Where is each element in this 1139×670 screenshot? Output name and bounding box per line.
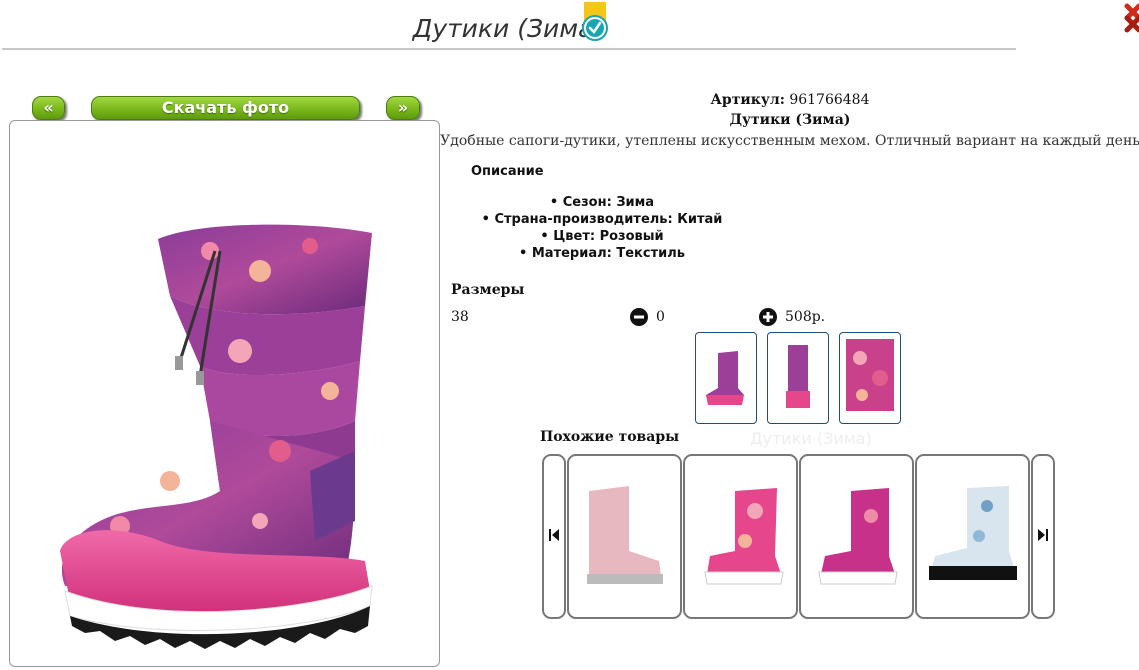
- skip-forward-icon: [1038, 529, 1048, 541]
- pink-sequin-boot-image: [587, 486, 663, 584]
- boot-illustration: [60, 224, 373, 649]
- price-value: 508р.: [785, 309, 826, 325]
- article-value: 961766484: [789, 92, 870, 108]
- attribute-color: • Цвет: Розовый: [540, 229, 664, 244]
- verified-check-icon: [582, 2, 608, 41]
- download-photo-button[interactable]: Скачать фото: [91, 96, 360, 120]
- minus-circle-icon[interactable]: [630, 308, 648, 326]
- black-white-floral-boot-image: [929, 486, 1017, 580]
- description-heading: Описание: [471, 164, 544, 179]
- product-name: Дутики (Зима): [729, 112, 851, 128]
- similar-item-card[interactable]: [799, 454, 914, 619]
- pink-magenta-boot-image: [818, 488, 898, 585]
- size-value: 38: [451, 309, 469, 325]
- carousel-next-button[interactable]: [1031, 454, 1055, 619]
- article-line: Артикул: 961766484: [440, 92, 1139, 108]
- similar-item-card[interactable]: [915, 454, 1030, 619]
- attribute-season: • Сезон: Зима: [549, 195, 655, 210]
- main-product-photo[interactable]: [9, 120, 440, 667]
- plus-circle-icon[interactable]: [759, 308, 777, 326]
- sizes-heading: Размеры: [451, 282, 525, 298]
- close-icon[interactable]: [1124, 2, 1139, 34]
- carousel-prev-button[interactable]: [542, 454, 566, 619]
- previous-photo-button[interactable]: «: [32, 96, 65, 120]
- attribute-season-text: Сезон: Зима: [562, 195, 655, 210]
- skip-back-icon: [549, 529, 559, 541]
- attribute-material-text: Материал: Текстиль: [531, 246, 685, 261]
- attribute-color-text: Цвет: Розовый: [553, 229, 664, 244]
- boot-back-thumbnail-icon: [786, 345, 810, 408]
- thumbnail-fabric-closeup[interactable]: [839, 332, 901, 424]
- boot-thumbnail-icon: [706, 351, 744, 405]
- similar-item-card[interactable]: [683, 454, 798, 619]
- header-divider: [2, 48, 1016, 50]
- similar-products-heading: Похожие товары: [540, 429, 680, 445]
- quantity-value: 0: [656, 309, 665, 325]
- pink-floral-boot-image: [704, 488, 784, 585]
- thumbnail-side-view[interactable]: [695, 332, 757, 424]
- next-photo-button[interactable]: »: [386, 96, 420, 120]
- product-description: Удобные сапоги-дутики, утеплены искусств…: [440, 133, 1139, 149]
- fabric-thumbnail-icon: [846, 339, 894, 411]
- attribute-country-text: Страна-производитель: Китай: [494, 212, 723, 227]
- ghost-title: Дутики (Зима): [750, 429, 872, 448]
- similar-item-card[interactable]: [567, 454, 682, 619]
- attribute-material: • Материал: Текстиль: [519, 246, 685, 261]
- page-title: Дутики (Зима): [412, 14, 604, 43]
- article-label: Артикул:: [710, 92, 785, 108]
- thumbnail-back-view[interactable]: [767, 332, 829, 424]
- attribute-country: • Страна-производитель: Китай: [481, 212, 723, 227]
